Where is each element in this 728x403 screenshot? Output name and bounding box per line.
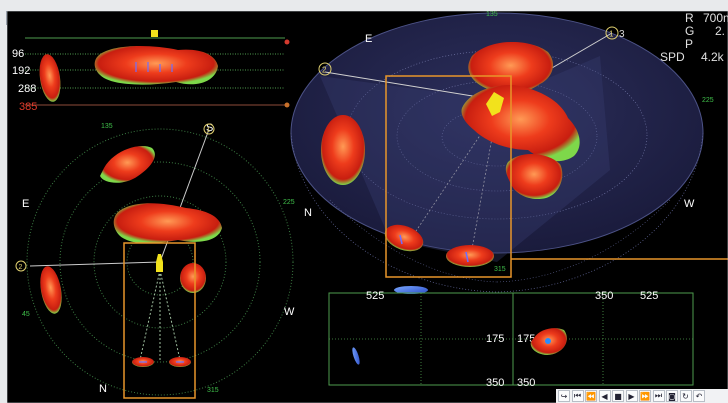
- side-view: 96 192 288 385: [12, 30, 290, 113]
- record-icon[interactable]: ↪: [558, 390, 570, 402]
- svg-text:135: 135: [486, 11, 498, 18]
- plan-view: 135 225 45 315 S E W N 1 2: [15, 122, 295, 399]
- side-echo-2: [94, 46, 218, 85]
- play-icon[interactable]: ▶: [625, 390, 638, 402]
- svg-text:1: 1: [609, 30, 614, 39]
- svg-text:225: 225: [283, 199, 295, 206]
- readout-gain: G 2.: [685, 24, 726, 38]
- svg-text:W: W: [684, 198, 695, 210]
- skip-start-icon[interactable]: ⏮: [571, 390, 584, 402]
- svg-text:135: 135: [101, 123, 113, 130]
- playback-toolbar: ↪ ⏮ ⏪ ◀ ■ ▶ ⏩ ⏭ ◙ ↻ ↶: [556, 389, 728, 403]
- svg-text:E: E: [365, 33, 372, 45]
- side-echo-1: [39, 54, 61, 102]
- depth-label-288: 288: [18, 83, 36, 95]
- persp-echo-left: [321, 115, 365, 185]
- side-vessel-marker: [151, 30, 158, 37]
- svg-text:E: E: [22, 198, 29, 210]
- plan-echo-mid: [113, 203, 222, 244]
- svg-text:2: 2: [19, 264, 23, 271]
- svg-text:1: 1: [207, 127, 211, 134]
- depth-label-385: 385: [19, 101, 37, 113]
- svg-text:350: 350: [595, 290, 613, 302]
- svg-text:315: 315: [494, 266, 506, 273]
- svg-text:350: 350: [517, 377, 535, 389]
- rewind-icon[interactable]: ◀: [598, 390, 611, 402]
- readout-speed: SPD 4.2k: [660, 50, 724, 64]
- plan-echo-top: [100, 146, 155, 183]
- plan-echo-right: [180, 263, 206, 293]
- svg-text:225: 225: [702, 97, 714, 104]
- svg-text:N: N: [99, 383, 107, 395]
- readout-panel: R 700m G 2. P SPD 4.2k: [659, 12, 728, 64]
- range-dot-orange: [284, 102, 290, 108]
- svg-text:315: 315: [207, 387, 219, 394]
- depth-label-192: 192: [12, 65, 30, 77]
- zoom-panel: 525 350 525 175 175 350 350: [328, 290, 694, 389]
- svg-text:525: 525: [640, 290, 658, 302]
- svg-text:175: 175: [486, 333, 504, 345]
- undo-icon[interactable]: ↶: [693, 390, 705, 402]
- svg-text:W: W: [284, 306, 295, 318]
- fast-forward-icon[interactable]: ⏩: [639, 390, 651, 402]
- camera-icon[interactable]: ◙: [666, 390, 678, 402]
- range-dot-red: [284, 39, 290, 45]
- depth-label-96: 96: [12, 48, 24, 60]
- svg-text:45: 45: [22, 311, 30, 318]
- svg-text:525: 525: [366, 290, 384, 302]
- sonar-display: 96 192 288 385 135 225 45 315 S E W N 1 …: [7, 11, 728, 403]
- svg-text:N: N: [304, 207, 312, 219]
- refresh-icon[interactable]: ↻: [679, 390, 692, 402]
- zoom-blue-fish: [352, 347, 360, 365]
- svg-text:350: 350: [486, 377, 504, 389]
- stop-icon[interactable]: ■: [612, 390, 624, 402]
- step-back-icon[interactable]: ⏪: [585, 390, 597, 402]
- svg-text:3: 3: [619, 29, 625, 40]
- svg-text:2: 2: [322, 66, 327, 75]
- skip-end-icon[interactable]: ⏭: [652, 390, 665, 402]
